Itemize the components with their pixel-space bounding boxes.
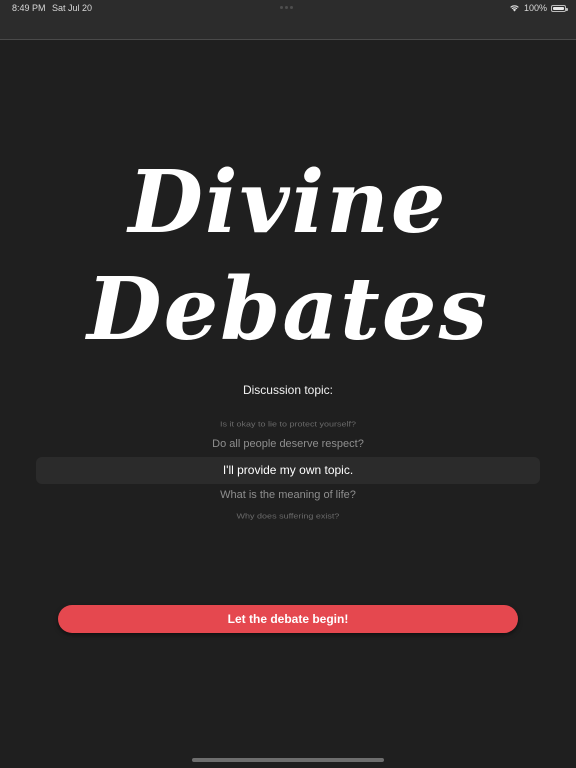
- multitasking-dots[interactable]: [280, 6, 293, 9]
- topic-picker[interactable]: Is it okay to lie to protect yourself? D…: [36, 412, 540, 528]
- status-time: 8:49 PM: [12, 3, 46, 13]
- picker-item[interactable]: Why does suffering exist?: [36, 512, 540, 521]
- start-debate-button[interactable]: Let the debate begin!: [58, 605, 518, 633]
- battery-level: [553, 6, 564, 10]
- picker-item[interactable]: What is the meaning of life?: [36, 489, 540, 501]
- wifi-icon: [510, 5, 519, 12]
- picker-item[interactable]: Do all people deserve respect?: [36, 438, 540, 450]
- picker-item-selected[interactable]: I'll provide my own topic.: [36, 463, 540, 477]
- status-date: Sat Jul 20: [52, 3, 93, 13]
- battery-icon: [551, 4, 568, 12]
- home-indicator[interactable]: [192, 758, 384, 762]
- battery-percentage: 100%: [523, 3, 547, 13]
- topic-label: Discussion topic:: [242, 383, 334, 397]
- app-title: Divine Debates: [0, 150, 576, 362]
- title-line-1: Divine: [128, 152, 448, 253]
- title-line-2: Debates: [86, 259, 489, 360]
- status-bar: 8:49 PM Sat Jul 20 100%: [0, 0, 576, 40]
- app-screen: 8:49 PM Sat Jul 20 100% Divine Debates D…: [0, 0, 576, 768]
- picker-item[interactable]: Is it okay to lie to protect yourself?: [36, 420, 540, 429]
- status-indicators: 100%: [509, 3, 568, 13]
